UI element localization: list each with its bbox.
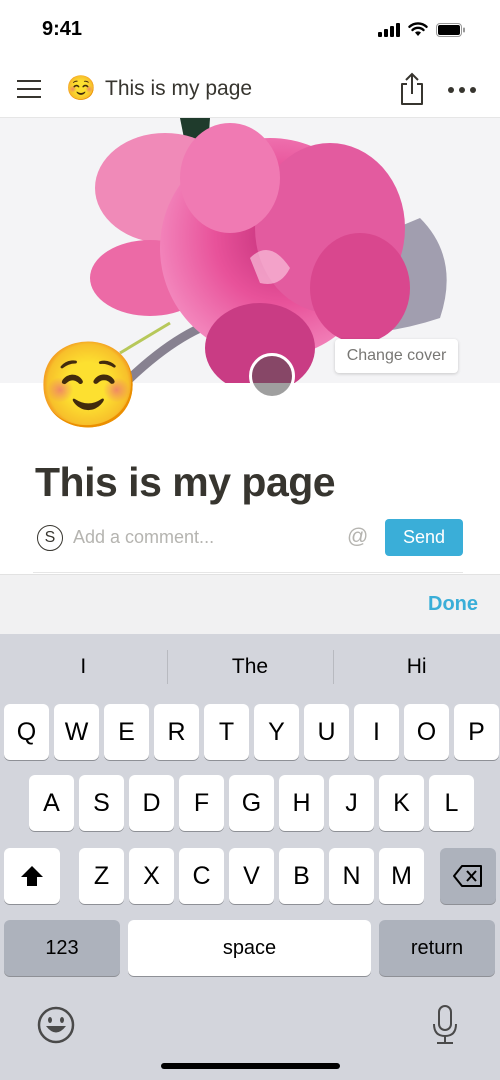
page-title[interactable]: This is my page bbox=[35, 459, 336, 506]
suggestion-bar: I The Hi bbox=[0, 634, 500, 700]
comment-input[interactable] bbox=[73, 522, 333, 552]
key-e[interactable]: E bbox=[104, 704, 149, 760]
menu-button[interactable] bbox=[16, 76, 42, 102]
status-bar: 9:41 bbox=[0, 0, 500, 62]
home-indicator bbox=[161, 1063, 340, 1069]
battery-icon bbox=[436, 22, 465, 37]
key-c[interactable]: C bbox=[179, 848, 224, 904]
page-emoji-small: ☺️ bbox=[66, 75, 96, 102]
key-z[interactable]: Z bbox=[79, 848, 124, 904]
key-x[interactable]: X bbox=[129, 848, 174, 904]
shift-icon bbox=[21, 866, 43, 886]
done-button[interactable]: Done bbox=[428, 593, 478, 616]
keyboard-accessory-bar: Done bbox=[0, 574, 500, 634]
wifi-icon bbox=[408, 22, 428, 36]
key-v[interactable]: V bbox=[229, 848, 274, 904]
key-y[interactable]: Y bbox=[254, 704, 299, 760]
nav-title[interactable]: This is my page bbox=[105, 76, 252, 102]
comment-divider bbox=[33, 572, 463, 573]
mention-button[interactable]: @ bbox=[347, 525, 368, 549]
cover-reposition-handle[interactable] bbox=[249, 353, 295, 399]
comment-row: S @ Send bbox=[33, 516, 463, 558]
key-r[interactable]: R bbox=[154, 704, 199, 760]
emoji-keyboard-button[interactable] bbox=[36, 1005, 76, 1045]
page-icon[interactable]: ☺️ bbox=[36, 336, 141, 434]
key-l[interactable]: L bbox=[429, 775, 474, 831]
backspace-key[interactable] bbox=[440, 848, 496, 904]
status-time: 9:41 bbox=[42, 18, 83, 40]
share-icon bbox=[401, 72, 423, 105]
suggestion[interactable]: Hi bbox=[333, 634, 500, 700]
change-cover-button[interactable]: Change cover bbox=[335, 339, 458, 373]
key-b[interactable]: B bbox=[279, 848, 324, 904]
key-o[interactable]: O bbox=[404, 704, 449, 760]
key-a[interactable]: A bbox=[29, 775, 74, 831]
suggestion[interactable]: I bbox=[0, 634, 167, 700]
key-h[interactable]: H bbox=[279, 775, 324, 831]
status-icons bbox=[378, 22, 466, 37]
numbers-key[interactable]: 123 bbox=[4, 920, 120, 976]
key-w[interactable]: W bbox=[54, 704, 99, 760]
microphone-icon bbox=[433, 1005, 457, 1044]
cellular-signal-icon bbox=[378, 22, 400, 37]
space-key[interactable]: space bbox=[128, 920, 371, 976]
key-m[interactable]: M bbox=[379, 848, 424, 904]
key-f[interactable]: F bbox=[179, 775, 224, 831]
key-q[interactable]: Q bbox=[4, 704, 49, 760]
avatar: S bbox=[37, 525, 63, 551]
key-p[interactable]: P bbox=[454, 704, 499, 760]
hamburger-menu-icon bbox=[17, 80, 41, 98]
more-horizontal-icon bbox=[448, 87, 476, 93]
more-button[interactable] bbox=[447, 82, 477, 98]
key-j[interactable]: J bbox=[329, 775, 374, 831]
key-s[interactable]: S bbox=[79, 775, 124, 831]
key-d[interactable]: D bbox=[129, 775, 174, 831]
key-u[interactable]: U bbox=[304, 704, 349, 760]
key-i[interactable]: I bbox=[354, 704, 399, 760]
key-t[interactable]: T bbox=[204, 704, 249, 760]
nav-bar: ☺️ This is my page bbox=[0, 62, 500, 118]
emoji-keyboard-icon bbox=[37, 1006, 75, 1044]
shift-key[interactable] bbox=[4, 848, 60, 904]
send-button[interactable]: Send bbox=[385, 519, 463, 556]
dictation-button[interactable] bbox=[430, 1004, 460, 1046]
share-button[interactable] bbox=[398, 72, 426, 106]
return-key[interactable]: return bbox=[379, 920, 495, 976]
backspace-icon bbox=[453, 865, 482, 887]
key-n[interactable]: N bbox=[329, 848, 374, 904]
key-k[interactable]: K bbox=[379, 775, 424, 831]
suggestion[interactable]: The bbox=[166, 634, 334, 700]
key-g[interactable]: G bbox=[229, 775, 274, 831]
